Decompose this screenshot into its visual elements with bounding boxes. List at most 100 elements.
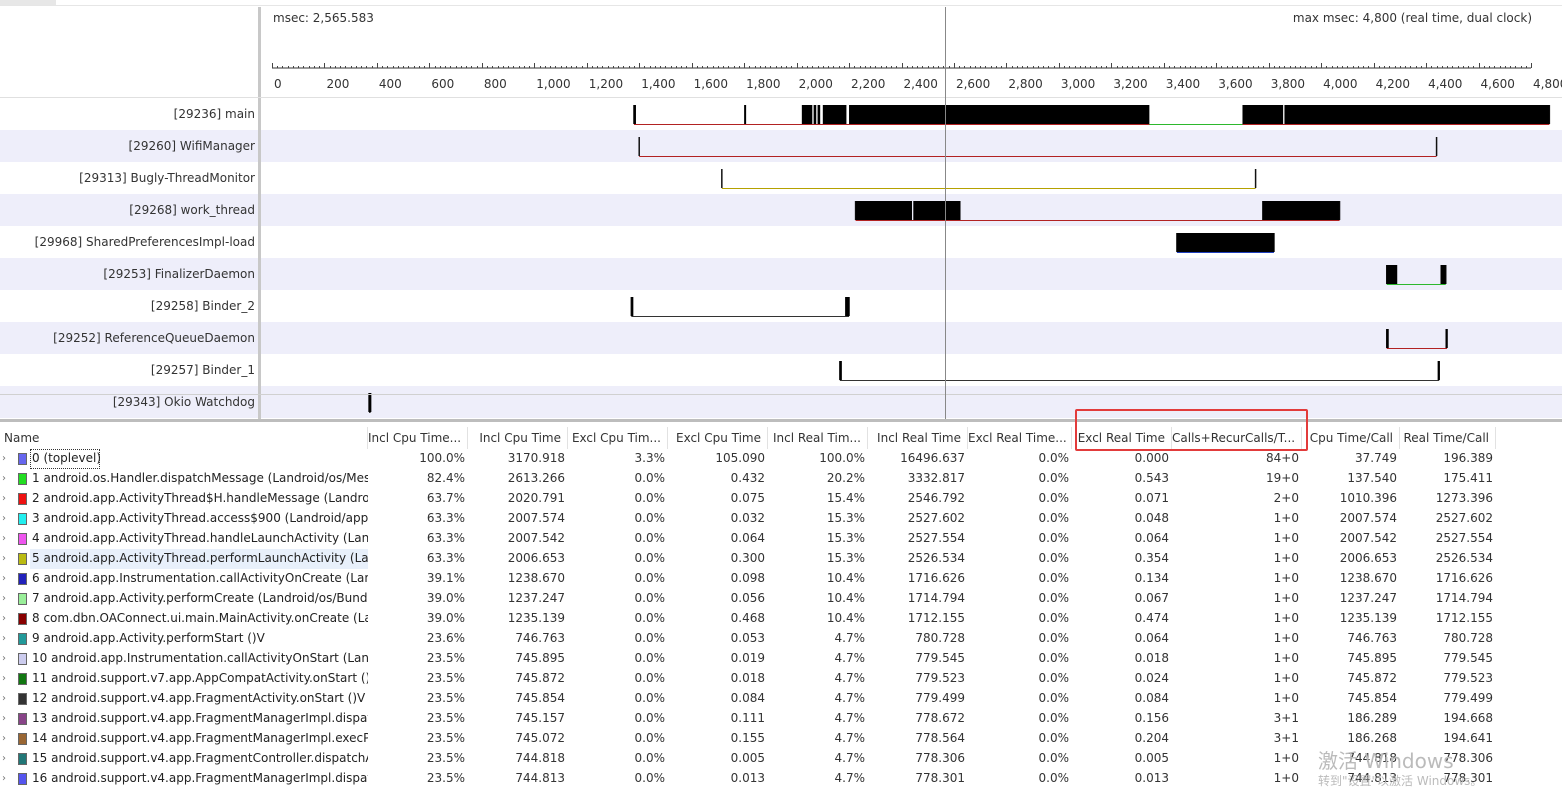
expand-chevron-icon[interactable]: › bbox=[2, 473, 6, 484]
table-row[interactable]: › 12 android.support.v4.app.FragmentActiv… bbox=[0, 689, 1562, 709]
column-header[interactable]: Cpu Time/Call bbox=[1302, 427, 1400, 449]
table-row[interactable]: › 4 android.app.ActivityThread.handleLaun… bbox=[0, 529, 1562, 549]
time-marker-line[interactable] bbox=[945, 7, 946, 419]
thread-label-row[interactable]: [29343] Okio Watchdog bbox=[0, 386, 258, 418]
thread-label-row[interactable]: [29253] FinalizerDaemon bbox=[0, 258, 258, 290]
table-cell: 0.0% bbox=[1038, 531, 1070, 545]
table-row[interactable]: › 6 android.app.Instrumentation.callActiv… bbox=[0, 569, 1562, 589]
table-row[interactable]: › 3 android.app.ActivityThread.access$900… bbox=[0, 509, 1562, 529]
expand-chevron-icon[interactable]: › bbox=[2, 753, 6, 764]
method-activity-block[interactable] bbox=[1437, 361, 1440, 380]
expand-chevron-icon[interactable]: › bbox=[2, 453, 6, 464]
column-header[interactable]: Excl Cpu Time bbox=[668, 427, 768, 449]
thread-label-row[interactable]: [29268] work_thread bbox=[0, 194, 258, 226]
profile-table[interactable]: Name Incl Cpu Time... Incl Cpu Time Excl Cp… bbox=[0, 427, 1562, 787]
expand-chevron-icon[interactable]: › bbox=[2, 733, 6, 744]
table-row[interactable]: › 13 android.support.v4.app.FragmentManag… bbox=[0, 709, 1562, 729]
panel-splitter[interactable] bbox=[0, 419, 1562, 422]
thread-lane[interactable] bbox=[261, 386, 1562, 418]
expand-chevron-icon[interactable]: › bbox=[2, 493, 6, 504]
thread-lane[interactable] bbox=[261, 258, 1562, 290]
method-activity-block[interactable] bbox=[1440, 265, 1446, 284]
method-activity-block[interactable] bbox=[839, 361, 842, 380]
thread-lane[interactable] bbox=[261, 322, 1562, 354]
table-cell: 0.064 bbox=[730, 531, 765, 545]
method-color-swatch bbox=[18, 473, 27, 485]
expand-chevron-icon[interactable]: › bbox=[2, 693, 6, 704]
thread-label-row[interactable]: [29258] Binder_2 bbox=[0, 290, 258, 322]
thread-lane[interactable] bbox=[261, 354, 1562, 386]
column-header[interactable]: Incl Real Time bbox=[868, 427, 968, 449]
table-row[interactable]: › 7 android.app.Activity.performCreate (L… bbox=[0, 589, 1562, 609]
table-row[interactable]: › 9 android.app.Activity.performStart ()V… bbox=[0, 629, 1562, 649]
expand-chevron-icon[interactable]: › bbox=[2, 673, 6, 684]
table-row[interactable]: › 1 android.os.Handler.dispatchMessage (L… bbox=[0, 469, 1562, 489]
thread-lane[interactable] bbox=[261, 98, 1562, 130]
method-activity-block[interactable] bbox=[369, 393, 372, 412]
column-header[interactable]: Incl Cpu Time bbox=[468, 427, 568, 449]
expand-chevron-icon[interactable]: › bbox=[2, 573, 6, 584]
table-cell: 744.813 bbox=[515, 771, 565, 785]
table-cell: 23.5% bbox=[426, 671, 465, 685]
method-activity-block[interactable] bbox=[1242, 105, 1284, 124]
thread-label-row[interactable]: [29252] ReferenceQueueDaemon bbox=[0, 322, 258, 354]
method-activity-block[interactable] bbox=[744, 105, 747, 124]
method-activity-block[interactable] bbox=[1176, 233, 1274, 252]
thread-lane[interactable] bbox=[261, 226, 1562, 258]
thread-lane[interactable] bbox=[261, 130, 1562, 162]
table-row[interactable]: › 0 (toplevel) 100.0% 3170.918 3.3% 105.090 10… bbox=[0, 449, 1562, 469]
expand-chevron-icon[interactable]: › bbox=[2, 593, 6, 604]
method-activity-block[interactable] bbox=[801, 105, 813, 124]
column-header[interactable]: Name bbox=[0, 427, 368, 449]
method-activity-block[interactable] bbox=[1445, 329, 1448, 348]
expand-chevron-icon[interactable]: › bbox=[2, 533, 6, 544]
thread-lane[interactable] bbox=[261, 162, 1562, 194]
table-cell: 1712.155 bbox=[907, 611, 965, 625]
thread-label-row[interactable]: [29257] Binder_1 bbox=[0, 354, 258, 386]
expand-chevron-icon[interactable]: › bbox=[2, 613, 6, 624]
method-activity-block[interactable] bbox=[813, 105, 817, 124]
method-activity-block[interactable] bbox=[845, 297, 850, 316]
thread-label-row[interactable]: [29236] main bbox=[0, 98, 258, 130]
expand-chevron-icon[interactable]: › bbox=[2, 713, 6, 724]
thread-label-row[interactable]: [29313] Bugly-ThreadMonitor bbox=[0, 162, 258, 194]
expand-chevron-icon[interactable]: › bbox=[2, 773, 6, 784]
table-row[interactable]: › 2 android.app.ActivityThread$H.handleMe… bbox=[0, 489, 1562, 509]
name-cell: 1 android.os.Handler.dispatchMessage (La… bbox=[30, 469, 368, 489]
method-activity-block[interactable] bbox=[1262, 201, 1340, 220]
table-cell: 63.7% bbox=[426, 491, 465, 505]
expand-chevron-icon[interactable]: › bbox=[2, 633, 6, 644]
top-strip bbox=[0, 0, 1562, 7]
axis-tick-label: 0 bbox=[274, 77, 282, 91]
method-activity-block[interactable] bbox=[913, 201, 961, 220]
thread-label-row[interactable]: [29260] WifiManager bbox=[0, 130, 258, 162]
column-header[interactable]: Excl Cpu Tim... bbox=[568, 427, 668, 449]
expand-chevron-icon[interactable]: › bbox=[2, 513, 6, 524]
table-row[interactable]: › 5 android.app.ActivityThread.performLau… bbox=[0, 549, 1562, 569]
windows-activation-watermark: 激活 Windows bbox=[1318, 749, 1454, 773]
method-activity-block[interactable] bbox=[849, 105, 1150, 124]
method-activity-block[interactable] bbox=[633, 105, 636, 124]
table-row[interactable]: › 11 android.support.v7.app.AppCompatActi… bbox=[0, 669, 1562, 689]
thread-lane[interactable] bbox=[261, 194, 1562, 226]
method-activity-block[interactable] bbox=[631, 297, 634, 316]
method-activity-block[interactable] bbox=[1386, 329, 1389, 348]
column-header[interactable]: Excl Real Time... bbox=[968, 427, 1072, 449]
timeline-panel[interactable]: [29236] main [29260] WifiManager [29313] B… bbox=[0, 7, 1562, 419]
method-activity-block[interactable] bbox=[1284, 105, 1550, 124]
column-header[interactable]: Real Time/Call bbox=[1400, 427, 1496, 449]
method-activity-block[interactable] bbox=[822, 105, 847, 124]
thread-label-row[interactable]: [29968] SharedPreferencesImpl-load bbox=[0, 226, 258, 258]
method-activity-block[interactable] bbox=[817, 105, 821, 124]
name-cell: 15 android.support.v4.app.FragmentContro… bbox=[30, 749, 368, 769]
method-activity-block[interactable] bbox=[855, 201, 912, 220]
expand-chevron-icon[interactable]: › bbox=[2, 553, 6, 564]
column-header[interactable]: Incl Real Tim... bbox=[768, 427, 868, 449]
thread-lane[interactable] bbox=[261, 290, 1562, 322]
table-row[interactable]: › 8 com.dbn.OAConnect.ui.main.MainActivit… bbox=[0, 609, 1562, 629]
table-row[interactable]: › 10 android.app.Instrumentation.callActi… bbox=[0, 649, 1562, 669]
expand-chevron-icon[interactable]: › bbox=[2, 653, 6, 664]
method-activity-block[interactable] bbox=[1386, 265, 1398, 284]
thread-lanes[interactable] bbox=[261, 98, 1562, 419]
column-header[interactable]: Incl Cpu Time... bbox=[368, 427, 468, 449]
